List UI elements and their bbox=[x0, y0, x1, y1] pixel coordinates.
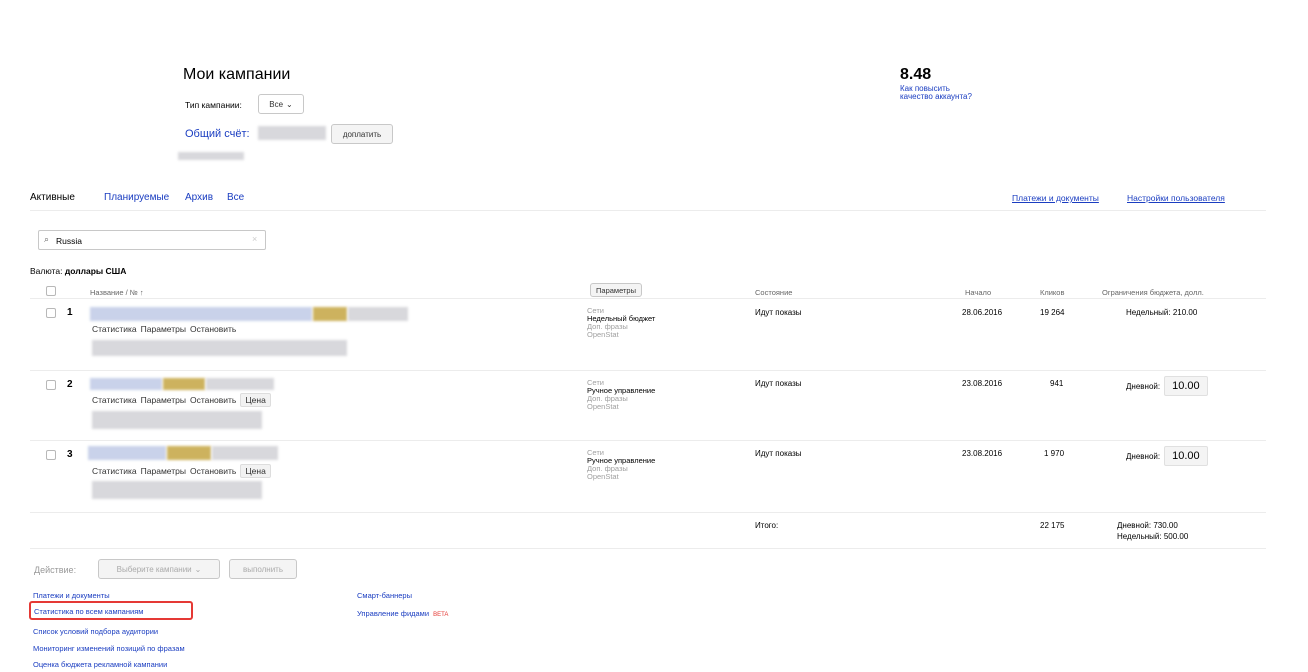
total-clicks: 22 175 bbox=[1040, 521, 1065, 530]
campaign-name-redacted[interactable] bbox=[88, 446, 166, 460]
campaign-type-value: Все bbox=[269, 99, 284, 109]
topup-button[interactable]: доплатить bbox=[331, 124, 393, 144]
row-checkbox[interactable] bbox=[46, 308, 56, 318]
params-link[interactable]: Параметры bbox=[141, 324, 186, 334]
row-state: Идут показы bbox=[755, 449, 802, 458]
total-weekly-budget: Недельный: 500.00 bbox=[1117, 532, 1189, 541]
execute-button[interactable]: выполнить bbox=[229, 559, 297, 579]
quality-improve-link[interactable]: Как повысить качество аккаунта? bbox=[900, 85, 980, 101]
campaign-type-label: Тип кампании: bbox=[185, 100, 242, 110]
row-start-date: 28.06.2016 bbox=[962, 308, 1003, 317]
row-budget: Дневной: 10.00 bbox=[1126, 446, 1208, 466]
row-start-date: 23.08.2016 bbox=[962, 379, 1003, 388]
stop-link[interactable]: Остановить bbox=[190, 324, 236, 334]
footer-budget-estimate-link[interactable]: Оценка бюджета рекламной кампании bbox=[33, 660, 167, 669]
beta-badge: BETA bbox=[433, 612, 449, 618]
footer-audience-link[interactable]: Список условий подбора аудитории bbox=[33, 627, 158, 636]
row-start-date: 23.08.2016 bbox=[962, 449, 1003, 458]
payments-docs-link[interactable]: Платежи и документы bbox=[1012, 193, 1099, 203]
stats-link[interactable]: Статистика bbox=[92, 466, 137, 476]
account-balance-redacted bbox=[258, 126, 326, 140]
campaign-name-redacted[interactable] bbox=[90, 307, 312, 321]
common-account-link[interactable]: Общий счёт: bbox=[185, 128, 250, 140]
param-openstat: OpenStat bbox=[587, 402, 619, 411]
user-settings-link[interactable]: Настройки пользователя bbox=[1127, 193, 1225, 203]
stop-link[interactable]: Остановить bbox=[190, 466, 236, 476]
col-start-header: Начало bbox=[965, 288, 992, 297]
total-daily-budget: Дневной: 730.00 bbox=[1117, 521, 1178, 530]
row-params: Сети Недельный бюджет Доп. фразы OpenSta… bbox=[587, 307, 655, 339]
row-clicks: 941 bbox=[1050, 379, 1064, 388]
col-state-header: Состояние bbox=[755, 288, 793, 297]
currency-value: доллары США bbox=[64, 266, 127, 276]
row-actions: Статистика Параметры Остановить bbox=[92, 324, 236, 334]
select-campaigns-label: Выберите кампании bbox=[116, 564, 192, 574]
footer-monitoring-link[interactable]: Мониторинг изменений позиций по фразам bbox=[33, 644, 185, 653]
row-number: 3 bbox=[67, 449, 73, 460]
footer-payments-link[interactable]: Платежи и документы bbox=[33, 591, 110, 600]
tab-active[interactable]: Активные bbox=[30, 192, 75, 203]
row-params: Сети Ручное управление Доп. фразы OpenSt… bbox=[587, 449, 655, 481]
chevron-down-icon: ⌄ bbox=[286, 99, 293, 109]
param-openstat: OpenStat bbox=[587, 472, 619, 481]
row-budget: Дневной: 10.00 bbox=[1126, 376, 1208, 396]
stats-link[interactable]: Статистика bbox=[92, 395, 137, 405]
row-state: Идут показы bbox=[755, 379, 802, 388]
feeds-row: Управление фидами BETA bbox=[357, 609, 448, 618]
row-number: 1 bbox=[67, 307, 73, 318]
row-budget: Недельный: 210.00 bbox=[1126, 308, 1198, 317]
currency-label: Валюта: bbox=[30, 266, 63, 276]
params-link[interactable]: Параметры bbox=[141, 466, 186, 476]
params-link[interactable]: Параметры bbox=[141, 395, 186, 405]
row-checkbox[interactable] bbox=[46, 380, 56, 390]
search-value: Russia bbox=[56, 236, 82, 246]
stats-link[interactable]: Статистика bbox=[92, 324, 137, 334]
chevron-down-icon: ⌄ bbox=[194, 564, 202, 574]
total-label: Итого: bbox=[755, 521, 779, 530]
currency-row: Валюта: доллары США bbox=[30, 266, 126, 276]
price-button[interactable]: Цена bbox=[240, 393, 271, 407]
budget-label: Дневной: bbox=[1126, 451, 1161, 461]
action-label: Действие: bbox=[34, 565, 77, 575]
feeds-link[interactable]: Управление фидами bbox=[357, 609, 429, 618]
campaign-type-select[interactable]: Все ⌄ bbox=[258, 94, 304, 114]
daily-budget-value[interactable]: 10.00 bbox=[1164, 446, 1208, 466]
clear-icon[interactable]: × bbox=[252, 234, 257, 244]
row-clicks: 19 264 bbox=[1040, 308, 1065, 317]
select-campaigns-dropdown[interactable]: Выберите кампании ⌄ bbox=[98, 559, 220, 579]
page-title: Мои кампании bbox=[183, 66, 291, 83]
tab-archive[interactable]: Архив bbox=[185, 192, 213, 203]
account-info-redacted bbox=[178, 152, 244, 160]
row-actions: Статистика Параметры Остановить Цена bbox=[92, 464, 271, 478]
smart-banners-link[interactable]: Смарт-баннеры bbox=[357, 591, 412, 600]
quality-score: 8.48 bbox=[900, 66, 932, 83]
tab-all[interactable]: Все bbox=[227, 192, 244, 203]
param-openstat: OpenStat bbox=[587, 330, 619, 339]
daily-budget-value[interactable]: 10.00 bbox=[1164, 376, 1208, 396]
col-budget-header: Ограничения бюджета, долл. bbox=[1102, 288, 1204, 297]
row-number: 2 bbox=[67, 379, 73, 390]
search-icon: ⌕ bbox=[44, 234, 50, 244]
row-params: Сети Ручное управление Доп. фразы OpenSt… bbox=[587, 379, 655, 411]
search-input[interactable]: ⌕ Russia × bbox=[38, 230, 266, 250]
budget-label: Дневной: bbox=[1126, 381, 1161, 391]
tab-planned[interactable]: Планируемые bbox=[104, 192, 169, 203]
col-params-header[interactable]: Параметры bbox=[590, 283, 642, 297]
campaign-name-redacted[interactable] bbox=[90, 378, 162, 390]
row-clicks: 1 970 bbox=[1044, 449, 1065, 458]
stop-link[interactable]: Остановить bbox=[190, 395, 236, 405]
price-button[interactable]: Цена bbox=[240, 464, 271, 478]
col-clicks-header: Кликов bbox=[1040, 288, 1065, 297]
row-state: Идут показы bbox=[755, 308, 802, 317]
footer-all-stats-link[interactable]: Статистика по всем кампаниям bbox=[34, 607, 143, 616]
col-name-header[interactable]: Название / № ↑ bbox=[90, 288, 144, 297]
row-checkbox[interactable] bbox=[46, 450, 56, 460]
select-all-checkbox[interactable] bbox=[46, 286, 56, 296]
row-actions: Статистика Параметры Остановить Цена bbox=[92, 393, 271, 407]
